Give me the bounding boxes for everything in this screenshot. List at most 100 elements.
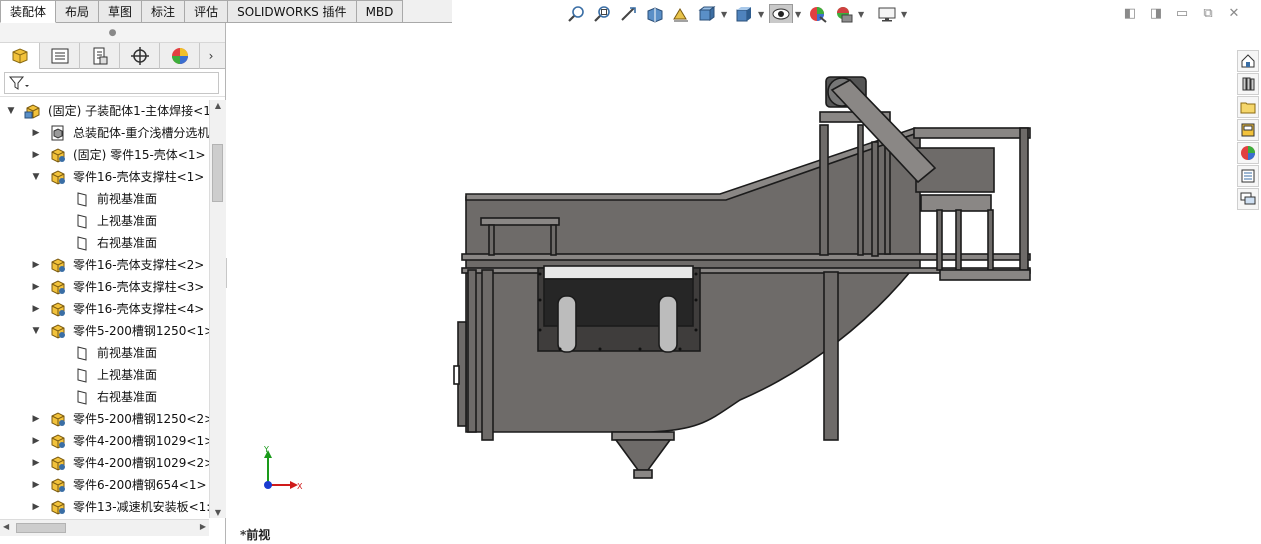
- chevron-down-icon[interactable]: ▼: [795, 10, 803, 19]
- tree-item[interactable]: 前视基准面: [0, 188, 210, 210]
- tree-vertical-scrollbar[interactable]: ▲ ▼: [209, 100, 226, 518]
- tree-filter: [0, 69, 225, 97]
- tree-item[interactable]: 右视基准面: [0, 232, 210, 254]
- tree-item[interactable]: 上视基准面: [0, 210, 210, 232]
- tree-item[interactable]: ▶ 零件5-200槽钢1250<2>: [0, 408, 210, 430]
- expand-closed-icon[interactable]: ▶: [31, 474, 41, 496]
- scroll-thumb[interactable]: [16, 523, 66, 533]
- chevron-down-icon[interactable]: ▼: [901, 10, 909, 19]
- hide-show-items-icon[interactable]: [769, 4, 793, 24]
- expand-closed-icon[interactable]: ▶: [31, 276, 41, 298]
- tab-layout[interactable]: 布局: [56, 0, 100, 23]
- tree-item[interactable]: ▶ 零件4-200槽钢1029<1>: [0, 430, 210, 452]
- solidworks-resources-icon[interactable]: [1237, 50, 1259, 72]
- custom-properties-icon[interactable]: [1237, 165, 1259, 187]
- chevron-right-icon[interactable]: ›: [200, 43, 222, 68]
- scroll-down-icon[interactable]: ▼: [210, 508, 226, 517]
- scroll-up-icon[interactable]: ▲: [210, 101, 226, 110]
- tree-item-label: 前视基准面: [97, 192, 158, 206]
- tree-item-label: 上视基准面: [97, 368, 158, 382]
- dimxpert-manager-icon[interactable]: [120, 43, 160, 69]
- appearances-icon[interactable]: [1237, 142, 1259, 164]
- configuration-manager-icon[interactable]: [80, 43, 120, 69]
- property-manager-icon[interactable]: [40, 43, 80, 69]
- expand-closed-icon[interactable]: ▶: [31, 452, 41, 474]
- expand-closed-icon[interactable]: ▶: [31, 430, 41, 452]
- view-orientation-icon[interactable]: [695, 4, 719, 24]
- scroll-right-icon[interactable]: ▶: [200, 522, 206, 531]
- manager-tabs: ›: [0, 43, 225, 69]
- expand-closed-icon[interactable]: ▶: [31, 408, 41, 430]
- tab-annotation[interactable]: 标注: [142, 0, 186, 23]
- tile-left-icon[interactable]: ◧: [1117, 6, 1143, 21]
- tab-solidworks-addins[interactable]: SOLIDWORKS 插件: [228, 0, 357, 23]
- display-manager-icon[interactable]: [160, 43, 200, 69]
- expand-open-icon[interactable]: ▼: [31, 320, 41, 342]
- assembly-file-icon: [49, 125, 67, 141]
- tab-sketch[interactable]: 草图: [99, 0, 143, 23]
- tree-item-label: 零件4-200槽钢1029<1>: [73, 434, 210, 448]
- design-library-icon[interactable]: [1237, 73, 1259, 95]
- tree-item[interactable]: 右视基准面: [0, 386, 210, 408]
- feature-manager-icon[interactable]: [0, 43, 40, 69]
- close-icon[interactable]: ✕: [1221, 6, 1247, 21]
- expand-closed-icon[interactable]: ▶: [31, 144, 41, 166]
- graphics-area[interactable]: Y X: [227, 23, 1261, 544]
- model-drawing[interactable]: Y X: [227, 23, 1261, 544]
- tree-item[interactable]: ▼ 零件16-壳体支撑柱<1> (: [0, 166, 210, 188]
- tree-item[interactable]: ▼(固定) 子装配体1-主体焊接<1^: [0, 100, 210, 122]
- chevron-down-icon[interactable]: ▼: [721, 10, 729, 19]
- command-manager-tabs: 装配体 布局 草图 标注 评估 SOLIDWORKS 插件 MBD: [0, 0, 452, 23]
- tree-item[interactable]: 上视基准面: [0, 364, 210, 386]
- display-style-icon[interactable]: [732, 4, 756, 24]
- scroll-thumb[interactable]: [212, 144, 223, 202]
- forum-icon[interactable]: [1237, 188, 1259, 210]
- tree-item-label: 零件5-200槽钢1250<2>: [73, 412, 210, 426]
- expand-closed-icon[interactable]: ▶: [31, 298, 41, 320]
- expand-open-icon[interactable]: ▼: [6, 100, 16, 122]
- zoom-to-area-icon[interactable]: [591, 4, 615, 24]
- view-settings-icon[interactable]: [875, 4, 899, 24]
- tree-item[interactable]: ▶ 零件13-减速机安装板<1:: [0, 496, 210, 518]
- tree-item[interactable]: ▶ 总装配体-重介浅槽分选机: [0, 122, 210, 144]
- tab-assembly[interactable]: 装配体: [0, 0, 57, 23]
- edit-appearance-icon[interactable]: [806, 4, 830, 24]
- tree-item[interactable]: ▶ 零件6-200槽钢654<1> (: [0, 474, 210, 496]
- section-view-icon[interactable]: [643, 4, 667, 24]
- tree-item-label: 右视基准面: [97, 236, 158, 250]
- tree-item[interactable]: ▶ 零件4-200槽钢1029<2>: [0, 452, 210, 474]
- tab-evaluate[interactable]: 评估: [185, 0, 229, 23]
- dynamic-annotation-icon[interactable]: [669, 4, 693, 24]
- tab-mbd[interactable]: MBD: [356, 0, 404, 23]
- view-palette-icon[interactable]: [1237, 119, 1259, 141]
- tree-item[interactable]: ▼ 零件5-200槽钢1250<1>: [0, 320, 210, 342]
- expand-closed-icon[interactable]: ▶: [31, 254, 41, 276]
- chevron-down-icon[interactable]: ▼: [858, 10, 866, 19]
- minimize-icon[interactable]: ▭: [1169, 6, 1195, 21]
- tile-right-icon[interactable]: ◨: [1143, 6, 1169, 21]
- tree-horizontal-scrollbar[interactable]: ◀ ▶: [0, 519, 209, 536]
- filter-icon: [8, 76, 29, 90]
- expand-closed-icon[interactable]: ▶: [31, 496, 41, 518]
- subassembly-icon: [24, 103, 42, 119]
- previous-view-icon[interactable]: [617, 4, 641, 24]
- chevron-down-icon[interactable]: ▼: [758, 10, 766, 19]
- zoom-to-fit-icon[interactable]: [565, 4, 589, 24]
- tree-item[interactable]: ▶ 零件16-壳体支撑柱<3> (: [0, 276, 210, 298]
- left-leg-2: [481, 269, 494, 441]
- file-explorer-icon[interactable]: [1237, 96, 1259, 118]
- panel-grip-icon[interactable]: ●: [0, 23, 225, 43]
- tree-item[interactable]: ▶ (固定) 零件15-壳体<1> (: [0, 144, 210, 166]
- restore-icon[interactable]: ⧉: [1195, 6, 1221, 21]
- left-leg-1: [467, 269, 477, 433]
- part-icon: [49, 301, 67, 317]
- tree-item[interactable]: 前视基准面: [0, 342, 210, 364]
- expand-closed-icon[interactable]: ▶: [31, 122, 41, 144]
- tree-item[interactable]: ▶ 零件16-壳体支撑柱<4> (: [0, 298, 210, 320]
- filter-input[interactable]: [4, 72, 219, 94]
- top-beam: [461, 253, 1031, 261]
- apply-scene-icon[interactable]: [832, 4, 856, 24]
- scroll-left-icon[interactable]: ◀: [3, 522, 9, 531]
- tree-item[interactable]: ▶ 零件16-壳体支撑柱<2> (: [0, 254, 210, 276]
- expand-open-icon[interactable]: ▼: [31, 166, 41, 188]
